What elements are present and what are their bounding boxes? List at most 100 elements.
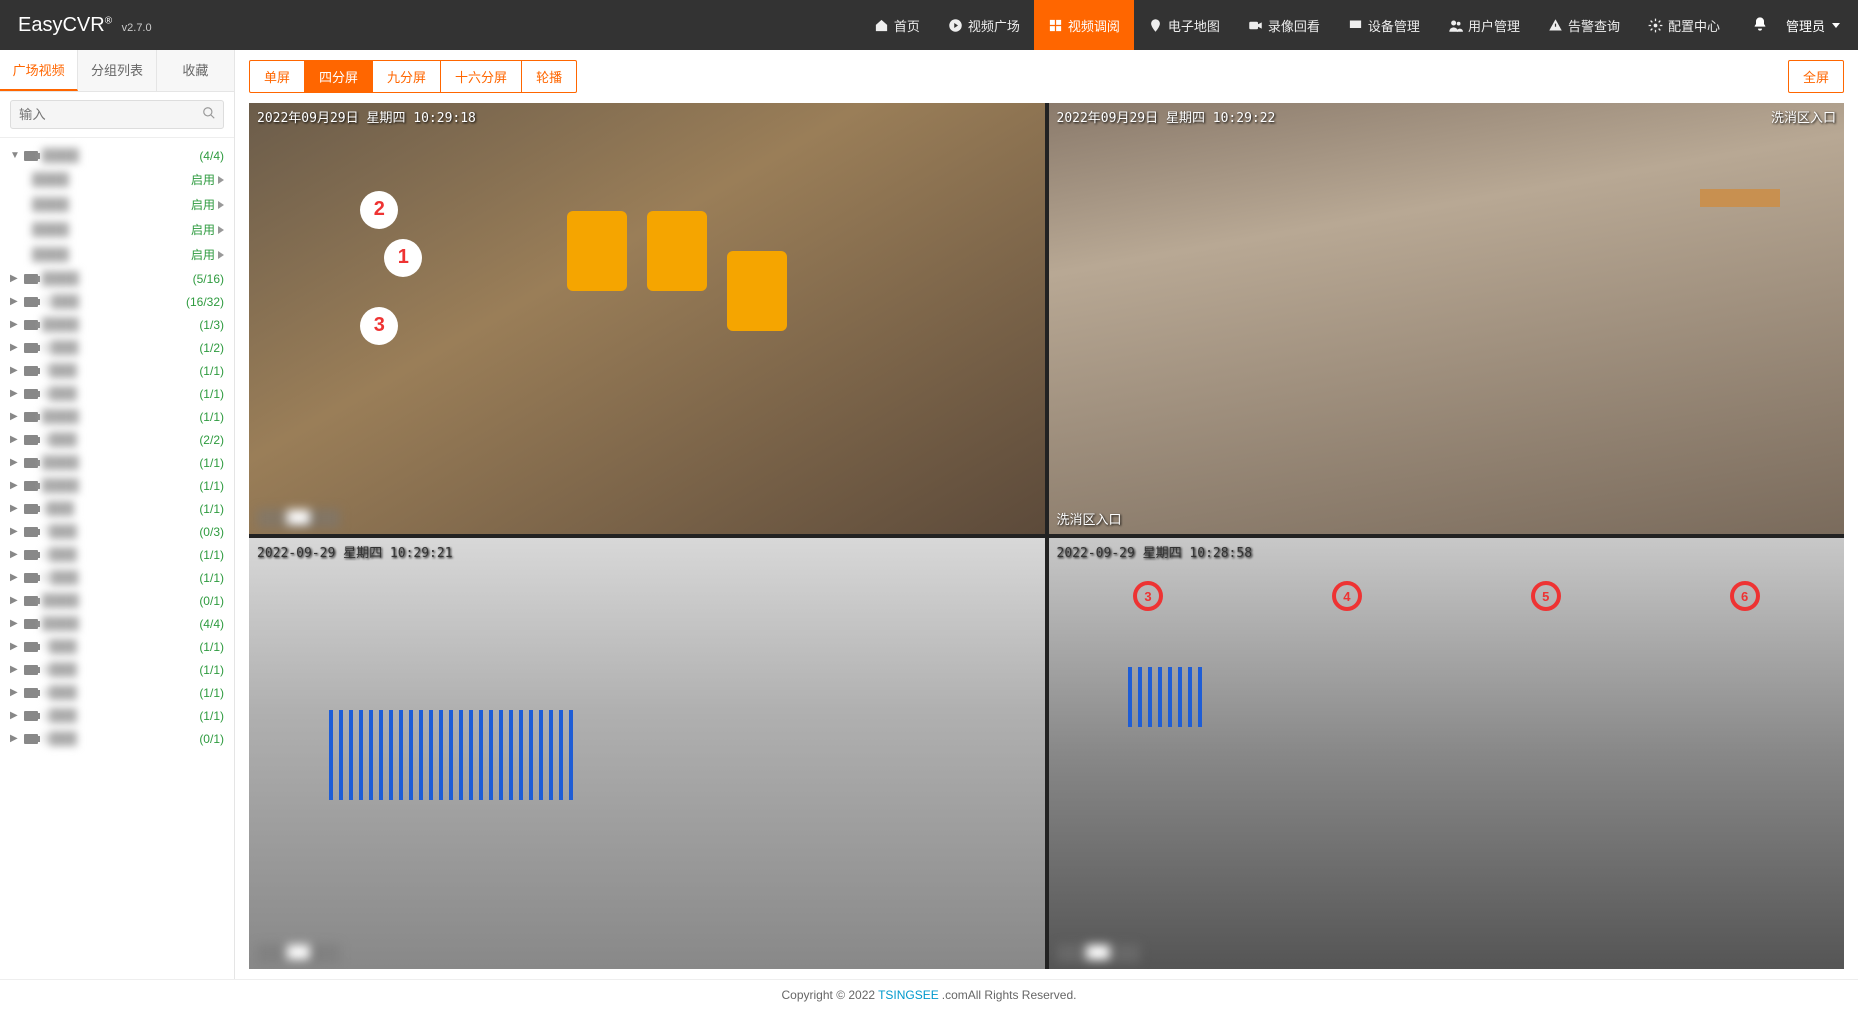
caret-icon: ▶ [10, 687, 20, 698]
layout-btn-1[interactable]: 四分屏 [305, 61, 373, 92]
nav-gear[interactable]: 配置中心 [1634, 0, 1734, 50]
sidebar-tab-2[interactable]: 收藏 [157, 50, 234, 91]
layout-btn-3[interactable]: 十六分屏 [441, 61, 522, 92]
tree-child[interactable]: ████启用 [4, 192, 230, 217]
video-toolbar: 单屏四分屏九分屏十六分屏轮播 全屏 [249, 60, 1844, 93]
tree-node[interactable]: ▶7███(0/3) [4, 520, 230, 543]
layout-btn-0[interactable]: 单屏 [250, 61, 305, 92]
device-icon [24, 665, 38, 675]
node-label: E███ [42, 340, 195, 355]
child-label: ████ [32, 222, 187, 237]
device-icon [24, 734, 38, 744]
sidebar-tab-0[interactable]: 广场视频 [0, 50, 78, 91]
tree-node[interactable]: ▶6███(1/1) [4, 382, 230, 405]
sidebar-tab-1[interactable]: 分组列表 [78, 50, 156, 91]
node-count: (1/1) [199, 548, 224, 562]
play-icon [218, 201, 224, 209]
nav-user[interactable]: 用户管理 [1434, 0, 1534, 50]
footer-brand[interactable]: TSINGSEE [878, 988, 939, 1002]
tree-node[interactable]: ▶E███(1/2) [4, 336, 230, 359]
node-label: 7███ [42, 524, 195, 539]
tree-node[interactable]: ▶1███(1/1) [4, 704, 230, 727]
nav-alert[interactable]: 告警查询 [1534, 0, 1634, 50]
top-header: EasyCVR® v2.7.0 首页视频广场视频调阅电子地图录像回看设备管理用户… [0, 0, 1858, 50]
tree-child[interactable]: ████启用 [4, 217, 230, 242]
footer-domain: .com [942, 988, 968, 1002]
node-label: ████ [42, 478, 195, 493]
video-cell-4[interactable]: 2022-09-29 星期四 10:28:58 3456 ███ [1049, 538, 1845, 969]
node-count: (1/1) [199, 709, 224, 723]
tree-node[interactable]: ▶████(0/1) [4, 589, 230, 612]
search-input[interactable] [10, 100, 224, 129]
device-icon [24, 504, 38, 514]
tree-node[interactable]: ▶████(5/16) [4, 267, 230, 290]
nav-map[interactable]: 电子地图 [1134, 0, 1234, 50]
caret-icon: ▶ [10, 503, 20, 514]
device-icon [24, 412, 38, 422]
search-icon[interactable] [202, 106, 216, 123]
feed3-bottom-label: ███ [257, 944, 340, 963]
caret-icon: ▶ [10, 296, 20, 307]
tree-node[interactable]: ▶████(4/4) [4, 612, 230, 635]
tree-node[interactable]: ▶2███(1/1) [4, 543, 230, 566]
video-cell-3[interactable]: 2022-09-29 星期四 10:29:21 ███ [249, 538, 1045, 969]
node-count: (16/32) [186, 295, 224, 309]
node-label: ████ [42, 409, 195, 424]
tree-node[interactable]: ▶████(1/1) [4, 451, 230, 474]
tree-node[interactable]: ▶████(1/1) [4, 405, 230, 428]
node-count: (1/1) [199, 640, 224, 654]
tree-child[interactable]: ████启用 [4, 167, 230, 192]
sidebar-search [0, 92, 234, 138]
caret-icon: ▶ [10, 480, 20, 491]
nav-home[interactable]: 首页 [860, 0, 934, 50]
nav-device[interactable]: 设备管理 [1334, 0, 1434, 50]
tree-node[interactable]: ▶4███(1/1) [4, 681, 230, 704]
video-cell-2[interactable]: 2022年09月29日 星期四 10:29:22 洗消区入口 洗消区入口 [1049, 103, 1845, 534]
bell-icon[interactable] [1752, 16, 1768, 35]
tree-node[interactable]: ▶████(1/3) [4, 313, 230, 336]
node-label: C███ [42, 294, 182, 309]
fullscreen-button[interactable]: 全屏 [1788, 60, 1844, 93]
caret-icon: ▶ [10, 618, 20, 629]
device-icon [24, 297, 38, 307]
caret-icon: ▶ [10, 388, 20, 399]
fullscreen-label: 全屏 [1803, 70, 1829, 85]
device-tree[interactable]: ▼████(4/4)████启用 ████启用 ████启用 ████启用 ▶█… [0, 138, 234, 979]
node-label: ████ [42, 455, 195, 470]
caret-icon: ▶ [10, 365, 20, 376]
layout-btn-2[interactable]: 九分屏 [373, 61, 441, 92]
tree-child[interactable]: ████ 启用 [4, 242, 230, 267]
caret-icon: ▶ [10, 664, 20, 675]
child-status: 启用 [191, 246, 224, 263]
tree-node[interactable]: ▶6███(1/1) [4, 658, 230, 681]
tree-node[interactable]: ▶7███(1/1) [4, 635, 230, 658]
layout-btn-4[interactable]: 轮播 [522, 61, 576, 92]
feed2-timestamp: 2022年09月29日 星期四 10:29:22 [1057, 107, 1276, 126]
node-label: 6███ [42, 662, 195, 677]
main-area: 广场视频分组列表收藏 ▼████(4/4)████启用 ████启用 ████启… [0, 50, 1858, 979]
nav-play[interactable]: 视频广场 [934, 0, 1034, 50]
feed1-timestamp: 2022年09月29日 星期四 10:29:18 [257, 107, 476, 126]
tree-node[interactable]: ▶ C███ (16/32) [4, 290, 230, 313]
device-icon [24, 688, 38, 698]
brand-reg: ® [105, 15, 112, 26]
node-label: 2███ [42, 547, 195, 562]
nav-cam[interactable]: 录像回看 [1234, 0, 1334, 50]
node-label: ████ [42, 616, 195, 631]
tree-node[interactable]: ▼████(4/4) [4, 144, 230, 167]
tree-node[interactable]: ▶r███(1/1) [4, 497, 230, 520]
nav-grid[interactable]: 视频调阅 [1034, 0, 1134, 50]
tree-node[interactable]: ▶E███(1/1) [4, 566, 230, 589]
caret-icon: ▼ [10, 150, 20, 161]
tree-node[interactable]: ▶3███(2/2) [4, 428, 230, 451]
node-label: 5███ [42, 731, 195, 746]
child-status: 启用 [191, 171, 224, 188]
child-label: ████ [32, 247, 187, 262]
tree-node[interactable]: ▶████(1/1) [4, 474, 230, 497]
node-label: 3███ [42, 432, 195, 447]
tree-node[interactable]: ▶7███(1/1) [4, 359, 230, 382]
admin-menu[interactable]: 管理员 [1786, 16, 1840, 35]
device-icon [24, 573, 38, 583]
video-cell-1[interactable]: 2022年09月29日 星期四 10:29:18 213 ███ [249, 103, 1045, 534]
tree-node[interactable]: ▶5███(0/1) [4, 727, 230, 750]
